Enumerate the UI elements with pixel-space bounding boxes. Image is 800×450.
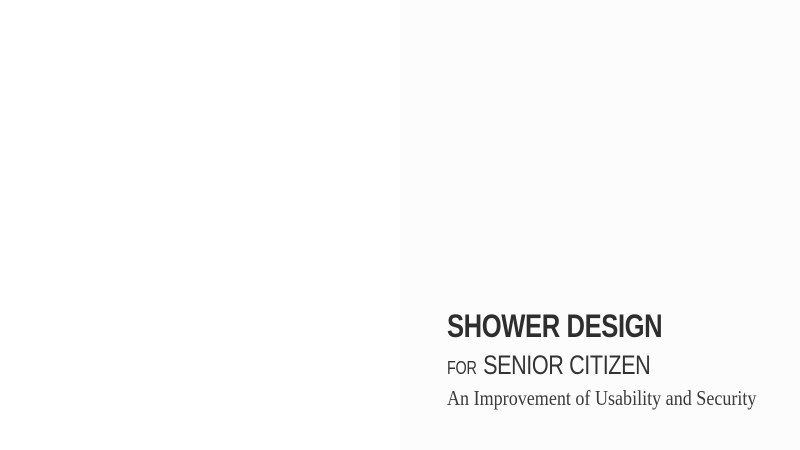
document-title: SHOWER DESIGN <box>447 308 663 344</box>
title-block: SHOWER DESIGN FOR SENIOR CITIZEN An Impr… <box>447 306 787 411</box>
document-tagline: An Improvement of Usability and Security <box>447 386 757 410</box>
subtitle-prefix: FOR <box>447 358 477 378</box>
blank-left-panel <box>0 0 400 450</box>
subtitle-main: SENIOR CITIZEN <box>483 350 651 380</box>
title-page: SHOWER DESIGN FOR SENIOR CITIZEN An Impr… <box>0 0 800 450</box>
document-subtitle: FOR SENIOR CITIZEN <box>447 350 719 380</box>
